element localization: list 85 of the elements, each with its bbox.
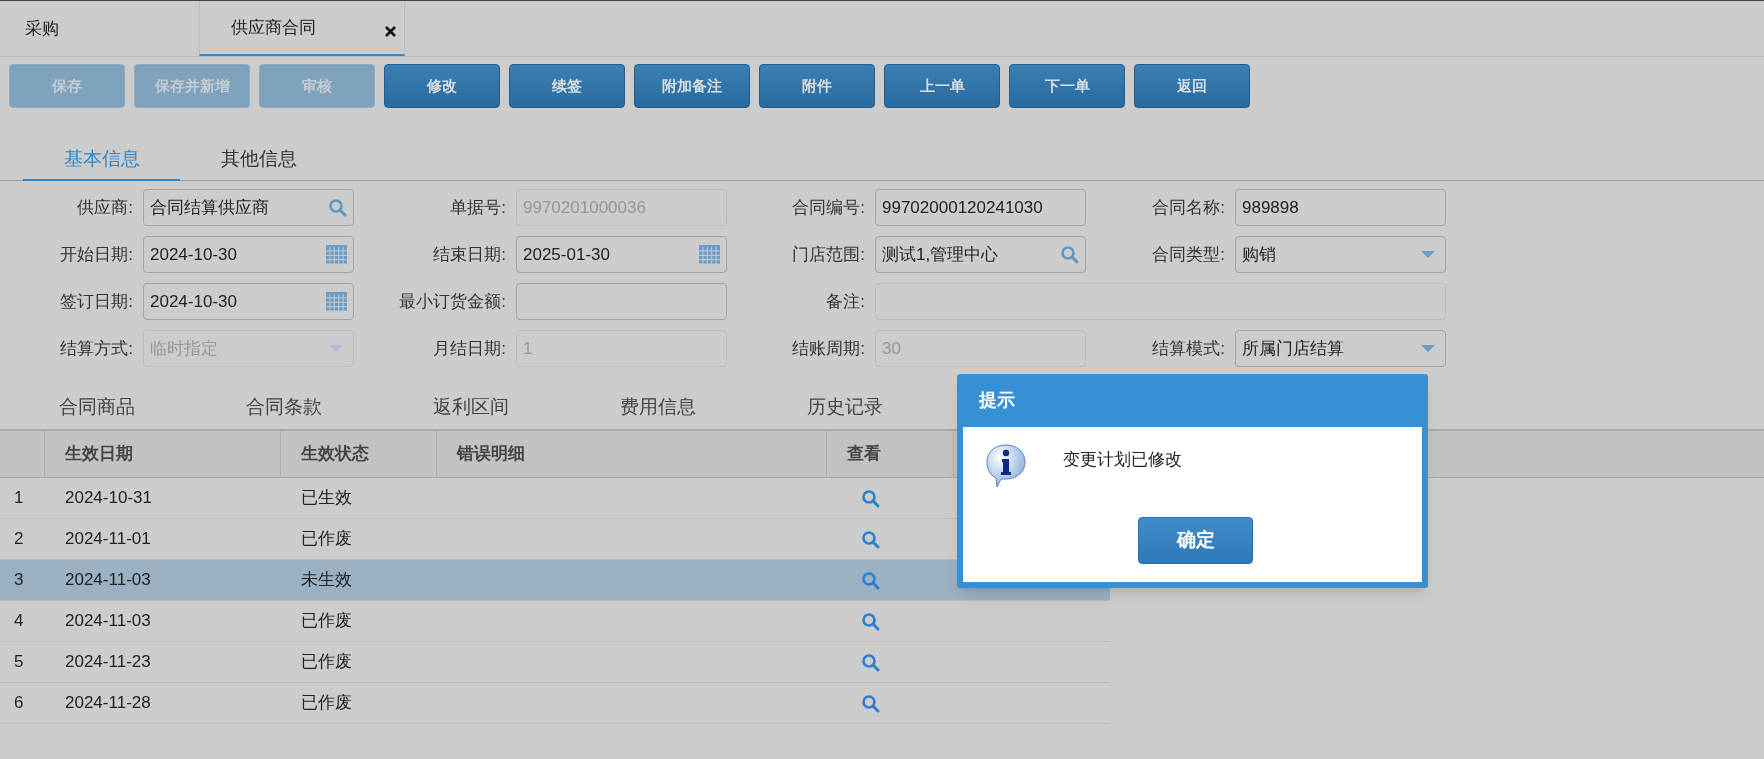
table-row[interactable]: 4 2024-11-03 已作废 (0, 601, 1110, 642)
input-field[interactable] (516, 283, 727, 320)
table-cell: 2024-11-01 (65, 529, 151, 549)
row-number: 2 (14, 529, 24, 549)
search-icon[interactable] (861, 570, 880, 590)
select-field[interactable]: 购销 (1235, 236, 1446, 273)
toolbar-button[interactable]: 续签 (509, 64, 625, 108)
search-icon (328, 198, 347, 217)
column-header: 查看 (827, 431, 954, 477)
row-number: 3 (14, 570, 24, 590)
select-field[interactable]: 所属门店结算 (1235, 330, 1446, 367)
row-number: 6 (14, 693, 24, 713)
search-icon[interactable] (861, 652, 880, 672)
toolbar-button[interactable]: 下一单 (1009, 64, 1125, 108)
dialog-title: 提示 (978, 389, 1016, 412)
field-label: 签订日期: (59, 290, 133, 313)
field-label: 合同类型: (1151, 243, 1225, 266)
field-label: 结算方式: (59, 337, 133, 360)
toolbar-button[interactable]: 附件 (759, 64, 875, 108)
toolbar-button[interactable]: 返回 (1134, 64, 1250, 108)
calendar-icon (326, 244, 347, 265)
field-label: 结算模式: (1151, 337, 1225, 360)
search-icon[interactable] (861, 693, 880, 713)
dropdown-arrow-icon (1421, 345, 1435, 352)
table-cell: 已生效 (301, 488, 352, 508)
section-tab[interactable]: 返利区间 (377, 392, 564, 422)
column-header: 生效状态 (281, 431, 437, 477)
toolbar-button[interactable]: 上一单 (884, 64, 1000, 108)
table-row[interactable]: 3 2024-11-03 未生效 (0, 560, 1110, 601)
search-field[interactable]: 测试1,管理中心 (875, 236, 1086, 273)
toolbar-button[interactable]: 修改 (384, 64, 500, 108)
dropdown-arrow-icon (329, 345, 343, 352)
search-icon[interactable] (861, 488, 880, 508)
table-cell: 已作废 (301, 693, 352, 713)
search-icon (1060, 245, 1079, 264)
field-label: 门店范围: (791, 243, 865, 266)
row-number: 4 (14, 611, 24, 631)
search-field[interactable]: 合同结算供应商 (143, 189, 354, 226)
table-cell: 未生效 (301, 570, 352, 590)
toolbar-button[interactable]: 附加备注 (634, 64, 750, 108)
table-cell: 2024-11-28 (65, 693, 151, 713)
search-icon[interactable] (861, 529, 880, 549)
table-cell: 已作废 (301, 529, 352, 549)
table-row[interactable]: 6 2024-11-28 已作废 (0, 683, 1110, 724)
input-field[interactable]: 989898 (1235, 189, 1446, 226)
section-tab[interactable]: 历史记录 (751, 392, 938, 422)
ok-button[interactable]: 确定 (1138, 517, 1253, 564)
field-label: 结账周期: (791, 337, 865, 360)
calendar-icon (699, 244, 720, 265)
field-label: 结束日期: (432, 243, 506, 266)
dropdown-arrow-icon (1421, 251, 1435, 258)
row-number: 1 (14, 488, 24, 508)
tab[interactable]: 供应商合同 (199, 1, 405, 56)
section-tab[interactable]: 合同条款 (190, 392, 377, 422)
table-row[interactable]: 5 2024-11-23 已作废 (0, 642, 1110, 683)
date-field[interactable]: 2024-10-30 (143, 236, 354, 273)
field-label: 最小订货金额: (398, 290, 506, 313)
section-tab[interactable]: 其他信息 (180, 144, 337, 181)
search-icon[interactable] (861, 611, 880, 631)
column-header: 生效日期 (45, 431, 281, 477)
table-cell: 2024-11-23 (65, 652, 151, 672)
field-label: 备注: (825, 290, 865, 313)
field-label: 开始日期: (59, 243, 133, 266)
table-cell: 已作废 (301, 652, 352, 672)
table-cell: 已作废 (301, 611, 352, 631)
column-header: 错误明细 (437, 431, 827, 477)
info-icon (985, 443, 1027, 489)
date-field[interactable]: 2025-01-30 (516, 236, 727, 273)
close-icon[interactable] (385, 26, 396, 37)
tab[interactable]: 采购 (0, 1, 199, 56)
input-field[interactable]: 99702000120241030 (875, 189, 1086, 226)
row-number: 5 (14, 652, 24, 672)
field-label: 合同名称: (1151, 196, 1225, 219)
field-label: 单据号: (449, 196, 506, 219)
date-field[interactable]: 2024-10-30 (143, 283, 354, 320)
section-tab[interactable]: 合同商品 (3, 392, 190, 422)
table-cell: 2024-11-03 (65, 611, 151, 631)
section-tab[interactable]: 费用信息 (564, 392, 751, 422)
field-label: 月结日期: (432, 337, 506, 360)
table-cell: 2024-10-31 (65, 488, 152, 508)
field-label: 供应商: (76, 196, 133, 219)
field-label: 合同编号: (791, 196, 865, 219)
table-cell: 2024-11-03 (65, 570, 151, 590)
calendar-icon (326, 291, 347, 312)
dialog-message: 变更计划已修改 (1063, 449, 1182, 471)
